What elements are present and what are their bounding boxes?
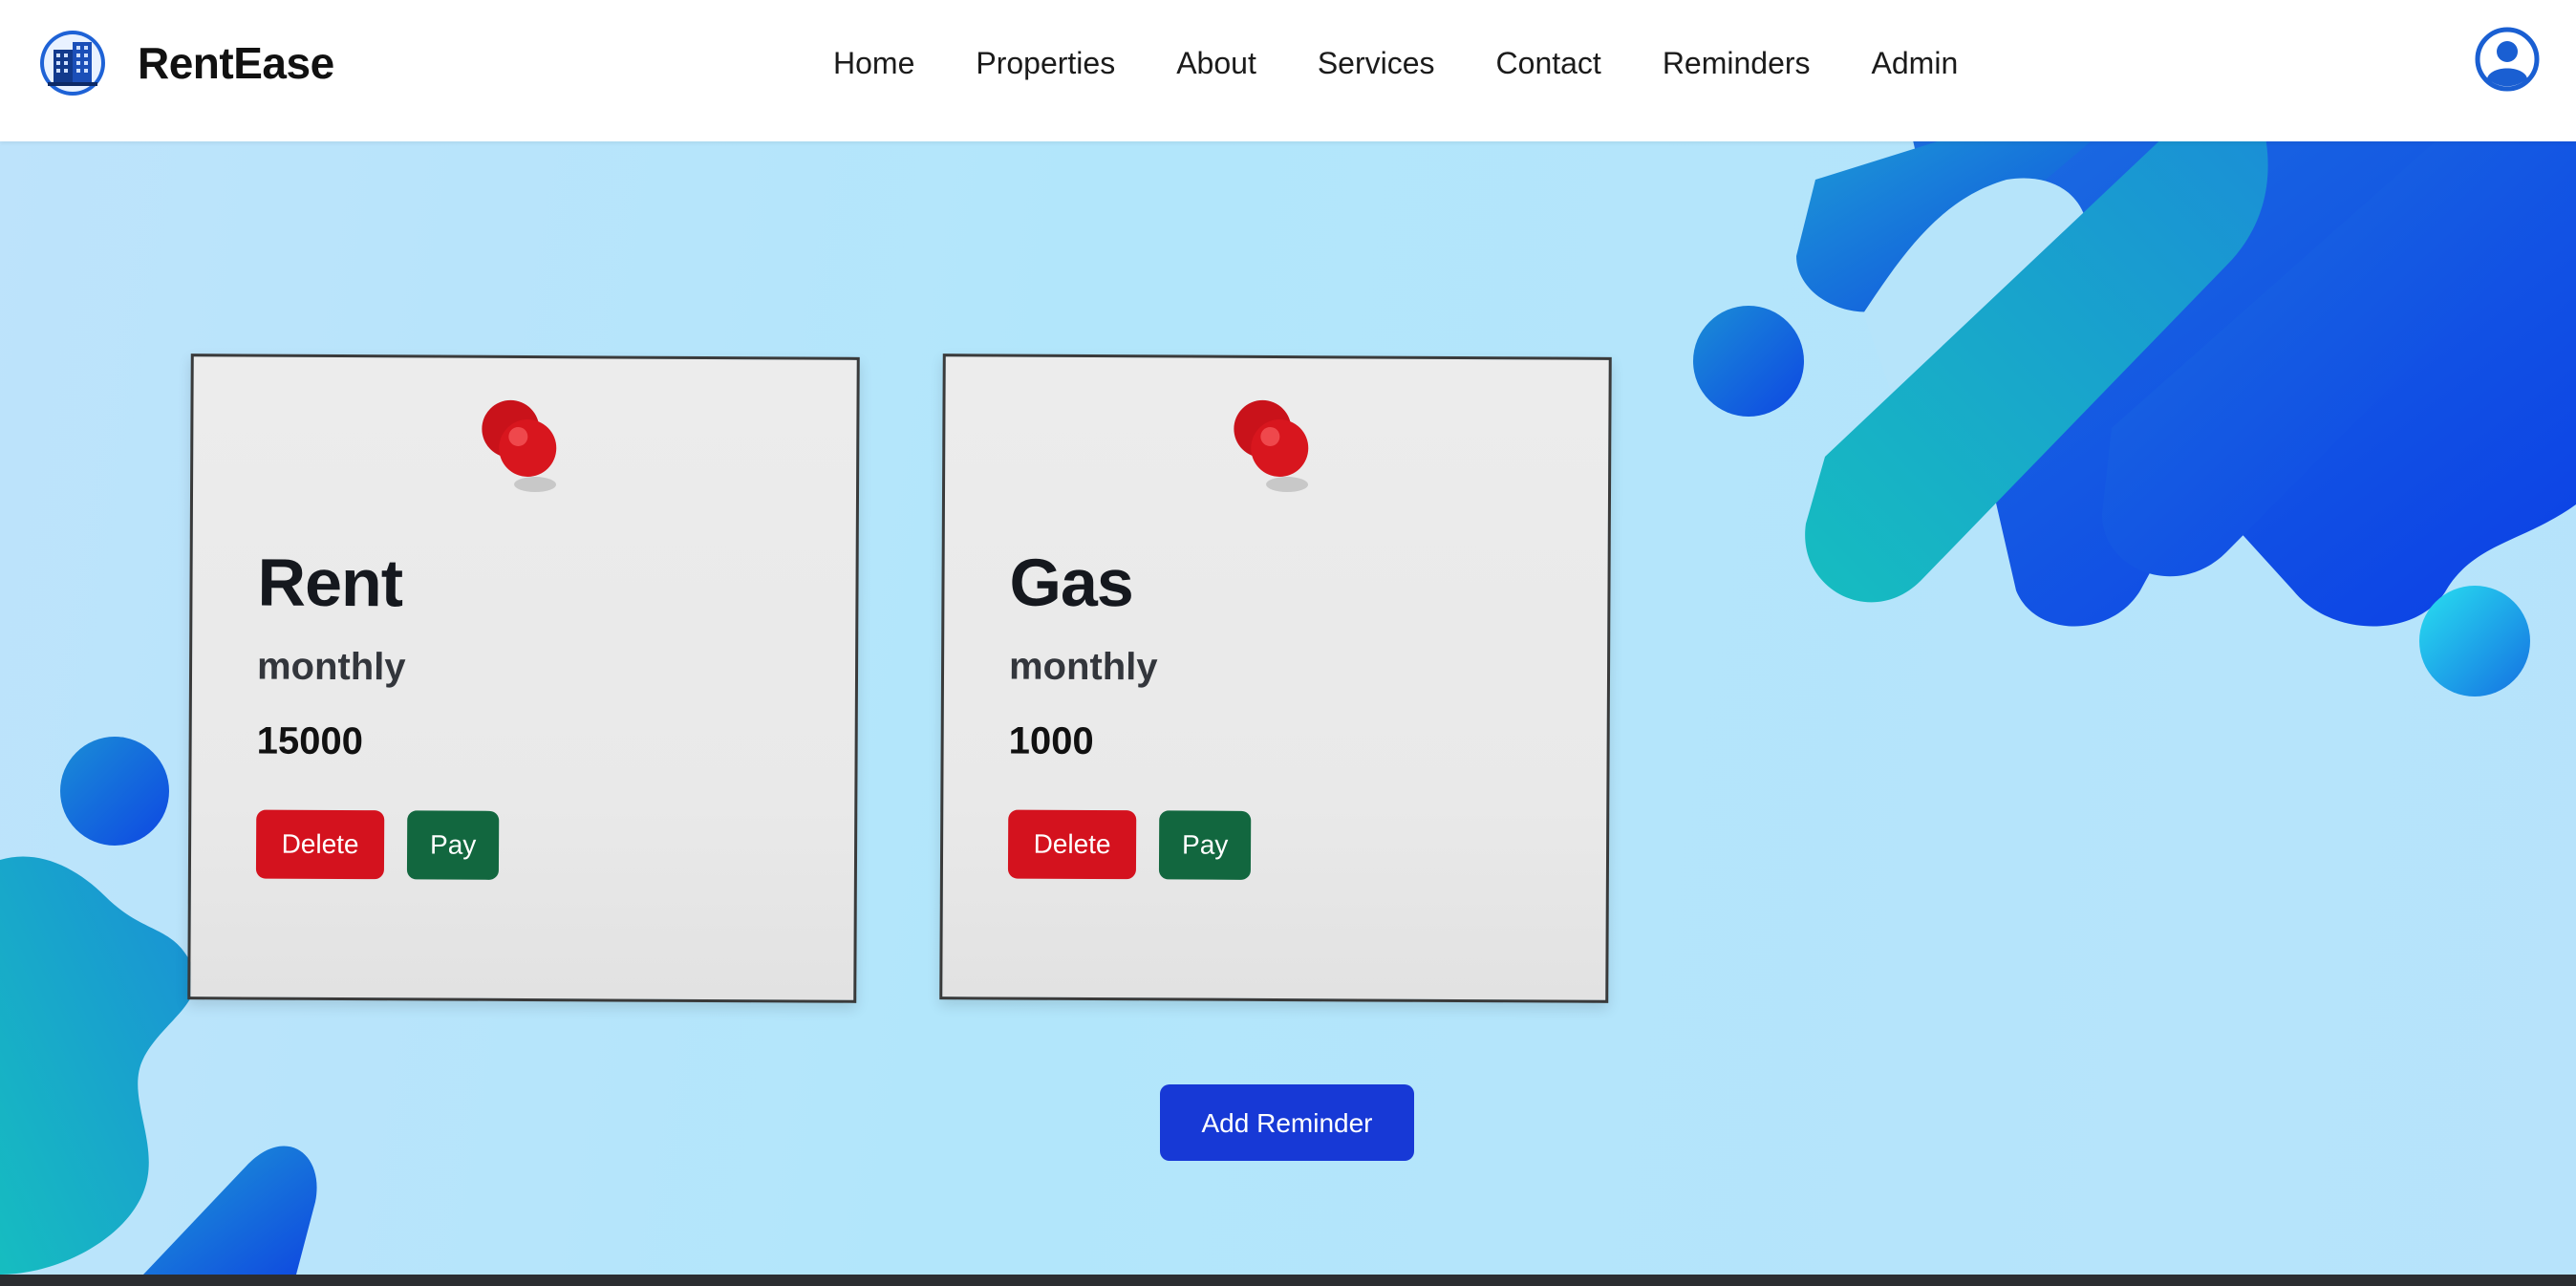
nav-home[interactable]: Home xyxy=(833,46,914,81)
delete-button[interactable]: Delete xyxy=(1007,809,1137,880)
bottom-edge xyxy=(0,1275,2576,1286)
brand-name: RentEase xyxy=(138,38,334,88)
reminder-card: Gas monthly 1000 Delete Pay xyxy=(939,354,1612,1003)
nav-about[interactable]: About xyxy=(1176,46,1256,81)
pushpin-icon xyxy=(482,399,557,493)
reminder-amount: 1000 xyxy=(1008,719,1094,763)
hero-section: Rent monthly 15000 Delete Pay Gas monthl… xyxy=(0,141,2576,1275)
add-reminder-button[interactable]: Add Reminder xyxy=(1160,1084,1414,1161)
pay-button[interactable]: Pay xyxy=(406,810,500,880)
reminder-title: Rent xyxy=(257,545,403,621)
building-logo-icon xyxy=(40,31,105,96)
nav-reminders[interactable]: Reminders xyxy=(1663,46,1811,81)
reminder-amount: 15000 xyxy=(256,719,364,763)
main-nav: Home Properties About Services Contact R… xyxy=(833,46,1958,81)
brand[interactable]: RentEase xyxy=(38,29,334,97)
reminder-frequency: monthly xyxy=(256,645,406,689)
pay-button[interactable]: Pay xyxy=(1158,810,1252,880)
nav-services[interactable]: Services xyxy=(1318,46,1435,81)
delete-button[interactable]: Delete xyxy=(255,809,385,880)
reminder-card: Rent monthly 15000 Delete Pay xyxy=(187,354,860,1003)
nav-contact[interactable]: Contact xyxy=(1496,46,1601,81)
nav-admin[interactable]: Admin xyxy=(1872,46,1959,81)
reminder-frequency: monthly xyxy=(1008,645,1158,689)
pushpin-icon xyxy=(1234,399,1309,493)
navbar: RentEase Home Properties About Services … xyxy=(0,0,2576,141)
reminder-title: Gas xyxy=(1009,545,1134,621)
nav-properties[interactable]: Properties xyxy=(976,46,1115,81)
user-account-icon[interactable] xyxy=(2475,27,2540,92)
